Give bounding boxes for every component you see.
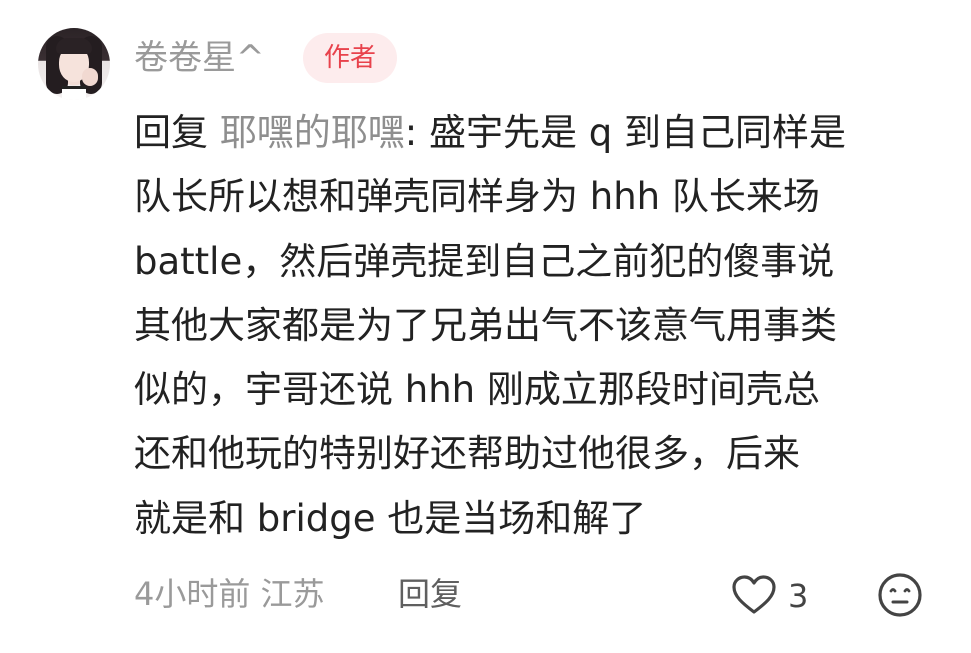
comment-line-4: 其他大家都是为了兄弟出气不该意气用事类 — [134, 303, 837, 347]
reply-prefix: 回复 — [134, 111, 220, 154]
comment-line-7: 就是和 bridge 也是当场和解了 — [134, 496, 647, 540]
comment-line-1: 回复 耶嘿的耶嘿: 盛宇先是 q 到自己同样是 — [134, 101, 934, 165]
comment-item: 卷卷星^ 作者 回复 耶嘿的耶嘿: 盛宇先是 q 到自己同样是 队长所以想和弹壳… — [0, 0, 971, 653]
reply-button[interactable]: 回复 — [398, 574, 462, 614]
comment-body: 回复 耶嘿的耶嘿: 盛宇先是 q 到自己同样是 队长所以想和弹壳同样身为 hhh… — [134, 101, 934, 551]
username[interactable]: 卷卷星^ — [134, 38, 265, 78]
neutral-face-icon[interactable] — [876, 571, 924, 619]
avatar-hand — [82, 68, 98, 86]
comment-line-2: 队长所以想和弹壳同样身为 hhh 队长来场 — [134, 175, 820, 219]
comment-line-6: 还和他玩的特别好还帮助过他很多，后来 — [134, 432, 800, 476]
avatar-collar — [62, 86, 86, 100]
mention-link[interactable]: 耶嘿的耶嘿 — [220, 111, 405, 154]
comment-line-1-text: : 盛宇先是 q 到自己同样是 — [404, 111, 847, 154]
time-location: 4小时前 江苏 — [134, 575, 325, 613]
author-badge: 作者 — [303, 33, 397, 83]
comment-line-3: battle，然后弹壳提到自己之前犯的傻事说 — [134, 239, 835, 283]
avatar[interactable] — [38, 28, 110, 100]
heart-outline-icon[interactable] — [730, 574, 778, 616]
avatar-bangs — [56, 38, 92, 54]
comment-line-5: 似的，宇哥还说 hhh 刚成立那段时间壳总 — [134, 368, 820, 412]
like-count: 3 — [788, 577, 809, 615]
